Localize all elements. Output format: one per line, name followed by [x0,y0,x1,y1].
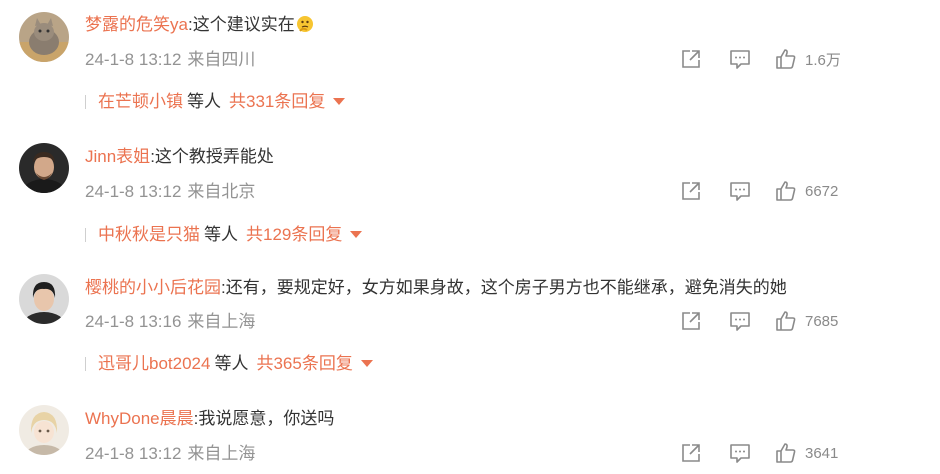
like-button[interactable]: 3641 [775,441,838,465]
like-count: 3641 [805,444,839,462]
caret-down-icon [333,98,346,105]
like-count: 6672 [805,182,839,200]
like-button[interactable]: 6672 [775,179,838,203]
reply-user[interactable]: 中秋秋是只猫 [98,225,200,244]
comment-icon [730,50,750,69]
comment-line: 梦露的危笑ya:这个建议实在 [85,14,314,36]
username[interactable]: 樱桃的小小后花园 [85,278,221,297]
like-button[interactable]: 7685 [775,309,838,333]
reply-summary[interactable]: 迅哥儿bot2024 等人 共365条回复 [85,353,373,375]
reply-summary[interactable]: 在芒顿小镇 等人 共331条回复 [85,91,346,113]
comment-meta: 24-1-8 13:12 来自上海 [85,443,255,465]
comment-icon [730,444,750,463]
divider [85,95,86,109]
location: 来自上海 [187,312,256,331]
comment-meta: 24-1-8 13:12 来自四川 [85,49,255,71]
like-count: 1.6万 [805,51,841,69]
location: 来自北京 [187,182,256,201]
share-icon [682,182,700,200]
location: 来自上海 [187,444,256,463]
share-button[interactable] [680,179,702,203]
reply-count-link[interactable]: 共129条回复 [246,225,342,244]
comment-text: :这个教授弄能处 [150,147,274,166]
thinking-emoji-icon [296,15,314,33]
timestamp: 24-1-8 13:12 [85,444,182,463]
comment-icon [730,312,750,331]
like-count: 7685 [805,312,839,330]
comment-actions: 6672 [680,179,940,203]
reply-etc: 等人 [187,92,221,111]
thumbs-up-icon [776,181,796,201]
reply-count-link[interactable]: 共365条回复 [256,354,352,373]
comment-line: WhyDone晨晨:我说愿意，你送吗 [85,408,334,430]
timestamp: 24-1-8 13:12 [85,182,182,201]
reply-count-link[interactable]: 共331条回复 [229,92,325,111]
reply-etc: 等人 [204,225,238,244]
comment-actions: 3641 [680,441,940,465]
comment-button[interactable] [729,179,751,203]
comment-text: :这个建议实在 [187,15,295,34]
comment-actions: 1.6万 [680,47,940,71]
comment-meta: 24-1-8 13:16 来自上海 [85,311,255,333]
divider [85,357,86,371]
avatar[interactable] [19,143,69,193]
caret-down-icon [350,231,363,238]
reply-user[interactable]: 在芒顿小镇 [98,92,183,111]
comment-text: :还有，要规定好，女方如果身故，这个房子男方也不能继承，避免消失的她 [221,278,787,297]
comment-button[interactable] [729,309,751,333]
thumbs-up-icon [776,443,796,463]
share-icon [682,312,700,330]
comment-line: Jinn表姐:这个教授弄能处 [85,146,274,168]
share-button[interactable] [680,309,702,333]
reply-user[interactable]: 迅哥儿bot2024 [98,354,210,373]
avatar[interactable] [19,274,69,324]
divider [85,228,86,242]
comment-button[interactable] [729,441,751,465]
comment-meta: 24-1-8 13:12 来自北京 [85,181,255,203]
comment-text: :我说愿意，你送吗 [193,409,335,428]
share-icon [682,50,700,68]
reply-summary[interactable]: 中秋秋是只猫 等人 共129条回复 [85,224,363,246]
comment-icon [730,182,750,201]
username[interactable]: WhyDone晨晨 [85,409,194,428]
username[interactable]: 梦露的危笑ya [85,15,188,34]
location: 来自四川 [187,50,256,69]
share-button[interactable] [680,47,702,71]
timestamp: 24-1-8 13:16 [85,312,182,331]
comment-actions: 7685 [680,309,940,333]
avatar[interactable] [19,12,69,62]
like-button[interactable]: 1.6万 [775,47,841,71]
avatar[interactable] [19,405,69,455]
thumbs-up-icon [776,49,796,69]
timestamp: 24-1-8 13:12 [85,50,182,69]
thumbs-up-icon [776,311,796,331]
username[interactable]: Jinn表姐 [85,147,150,166]
share-button[interactable] [680,441,702,465]
reply-etc: 等人 [214,354,249,373]
share-icon [682,444,700,462]
comment-line: 樱桃的小小后花园:还有，要规定好，女方如果身故，这个房子男方也不能继承，避免消失… [85,277,787,299]
caret-down-icon [360,360,373,367]
comment-button[interactable] [729,47,751,71]
